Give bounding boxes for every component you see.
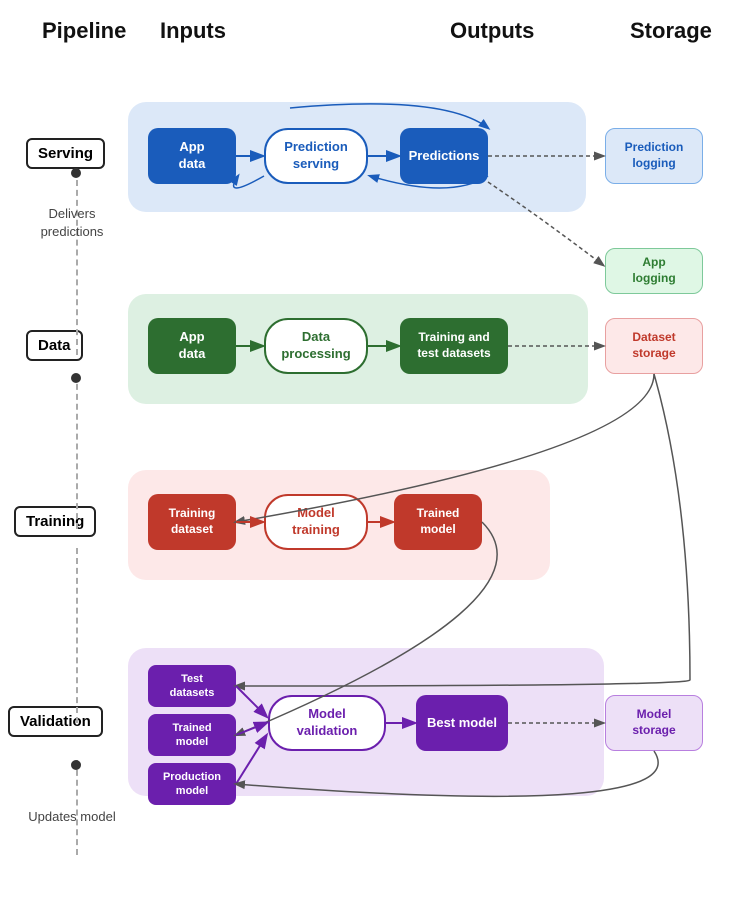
pipeline-line-3	[76, 548, 78, 723]
node-data-processing: Dataprocessing	[264, 318, 368, 374]
node-model-storage: Modelstorage	[605, 695, 703, 751]
pipeline-line-1	[76, 170, 78, 355]
node-production-model: Productionmodel	[148, 763, 236, 805]
col-pipeline: Pipeline	[42, 18, 126, 44]
node-app-data-serving: Appdata	[148, 128, 236, 184]
node-trained-model: Trainedmodel	[394, 494, 482, 550]
dot-serving	[71, 168, 81, 178]
node-predictions: Predictions	[400, 128, 488, 184]
node-best-model: Best model	[416, 695, 508, 751]
pipeline-label-serving: Serving	[26, 138, 105, 169]
page-container: Pipeline Inputs Outputs Storage Serving …	[0, 0, 742, 906]
pipeline-label-validation: Validation	[8, 706, 103, 737]
node-dataset-storage: Datasetstorage	[605, 318, 703, 374]
pipeline-label-training: Training	[14, 506, 96, 537]
col-outputs: Outputs	[450, 18, 534, 44]
node-app-logging: Applogging	[605, 248, 703, 294]
pipeline-label-data: Data	[26, 330, 83, 361]
node-test-datasets: Testdatasets	[148, 665, 236, 707]
side-label-updates: Updates model	[28, 808, 116, 826]
node-training-dataset: Trainingdataset	[148, 494, 236, 550]
col-inputs: Inputs	[160, 18, 226, 44]
node-model-validation: Modelvalidation	[268, 695, 386, 751]
dot-data	[71, 373, 81, 383]
node-model-training: Modeltraining	[264, 494, 368, 550]
side-label-delivers: Delivers predictions	[28, 205, 116, 241]
pipeline-line-2	[76, 374, 78, 529]
node-training-test-datasets: Training andtest datasets	[400, 318, 508, 374]
node-app-data-data: Appdata	[148, 318, 236, 374]
node-prediction-serving: Predictionserving	[264, 128, 368, 184]
col-storage: Storage	[630, 18, 712, 44]
node-prediction-logging: Predictionlogging	[605, 128, 703, 184]
dot-updates	[71, 760, 81, 770]
node-trained-model-val: Trainedmodel	[148, 714, 236, 756]
